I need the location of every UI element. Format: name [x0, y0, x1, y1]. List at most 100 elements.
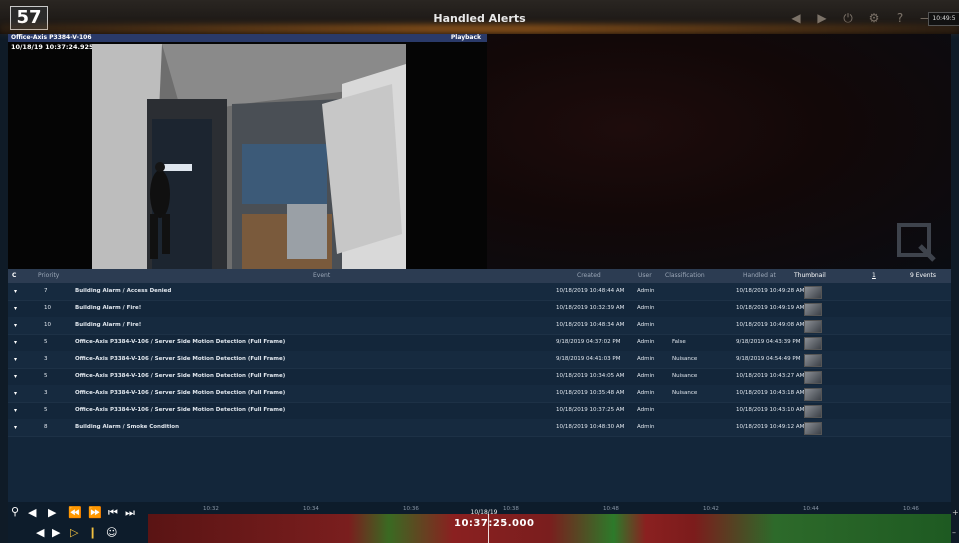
handled-at-cell: 10/18/2019 10:49:12 AM [736, 424, 805, 430]
user-cell: Admin [637, 356, 655, 362]
column-handled-at[interactable]: Handled at [743, 269, 776, 283]
fast-forward-icon[interactable]: ⏩ [88, 507, 102, 519]
priority-cell: 5 [44, 407, 48, 413]
table-row[interactable]: ▾ 5 Office-Axis P3384-V-106 / Server Side … [8, 334, 951, 352]
priority-cell: 3 [44, 356, 48, 362]
expand-arrow-icon[interactable]: ▾ [14, 317, 17, 334]
expand-arrow-icon[interactable]: ▾ [14, 368, 17, 385]
playback-controls: ⚲ ◀ ▶ ⏪ ⏩ ⏮ ⏭ ◀ ▶ ▷ ❙ ☺ [8, 502, 148, 543]
next-frame-icon[interactable]: ▶ [52, 527, 60, 539]
tick-label: 10:46 [903, 506, 919, 512]
user-cell: Admin [637, 339, 655, 345]
help-icon[interactable]: ? [894, 11, 906, 25]
table-row[interactable]: ▾ 5 Office-Axis P3384-V-106 / Server Side … [8, 402, 951, 420]
table-row[interactable]: ▾ 3 Office-Axis P3384-V-106 / Server Side … [8, 385, 951, 403]
table-row[interactable]: ▾ 10 Building Alarm / Fire! 10/18/2019 10:3… [8, 300, 951, 318]
user-cell: Admin [637, 390, 655, 396]
event-cell: Building Alarm / Smoke Condition [75, 424, 179, 430]
table-header: C Priority Event Created User Classifica… [8, 269, 951, 283]
thumbnail-image[interactable] [804, 337, 822, 350]
empty-video-pane[interactable] [487, 34, 951, 269]
timeline-date: 10/18/19 [470, 509, 498, 516]
video-pane[interactable]: Office-Axis P3384-V-106 Playback 10/18/1… [8, 34, 487, 269]
tick-label: 10:36 [403, 506, 419, 512]
playback-label: Playback [450, 34, 481, 41]
playhead[interactable] [488, 514, 489, 543]
previous-frame-icon[interactable]: ◀ [36, 527, 44, 539]
classification-cell: Nuisance [672, 390, 698, 396]
thumbnail-image[interactable] [804, 354, 822, 367]
tick-label: 10:32 [203, 506, 219, 512]
video-timestamp: 10/18/19 10:37:24.925 [11, 43, 94, 51]
timeline-track[interactable] [148, 514, 951, 543]
search-icon[interactable]: ⚲ [11, 506, 19, 518]
expand-arrow-icon[interactable]: ▾ [14, 385, 17, 402]
step-back-icon[interactable]: ◀ [28, 507, 36, 519]
rewind-icon[interactable]: ⏪ [68, 507, 82, 519]
mark-in-icon[interactable]: ▷ [70, 527, 78, 539]
expand-arrow-icon[interactable]: ▾ [14, 283, 17, 300]
expand-arrow-icon[interactable]: ▾ [14, 419, 17, 436]
gear-icon[interactable]: ⚙ [868, 11, 880, 25]
expand-arrow-icon[interactable]: ▾ [14, 300, 17, 317]
back-arrow-icon[interactable]: ◀ [790, 11, 802, 25]
thumbnail-image[interactable] [804, 422, 822, 435]
table-row[interactable]: ▾ 8 Building Alarm / Smoke Condition 10/18/… [8, 419, 951, 437]
tick-label: 10:34 [303, 506, 319, 512]
camera-frame [92, 44, 406, 269]
priority-cell: 3 [44, 390, 48, 396]
column-event[interactable]: Event [313, 269, 330, 283]
step-forward-icon[interactable]: ▶ [48, 507, 56, 519]
column-priority[interactable]: Priority [38, 269, 59, 283]
page-number-link[interactable]: 1 [872, 269, 876, 283]
priority-cell: 7 [44, 288, 48, 294]
expand-arrow-icon[interactable]: ▾ [14, 351, 17, 368]
zoom-out-icon[interactable]: – [952, 528, 959, 537]
column-thumbnail[interactable]: Thumbnail [794, 269, 826, 283]
forward-arrow-icon[interactable]: ▶ [816, 11, 828, 25]
tick-label: 10:44 [803, 506, 819, 512]
created-cell: 9/18/2019 04:37:02 PM [556, 339, 621, 345]
skip-to-end-icon[interactable]: ⏭ [125, 507, 135, 519]
priority-cell: 5 [44, 373, 48, 379]
column-created[interactable]: Created [577, 269, 601, 283]
zoom-in-icon[interactable]: + [952, 508, 959, 517]
expand-arrow-icon[interactable]: ▾ [14, 402, 17, 419]
user-cell: Admin [637, 424, 655, 430]
column-classification[interactable]: Classification [665, 269, 705, 283]
timeline-bar: ⚲ ◀ ▶ ⏪ ⏩ ⏮ ⏭ ◀ ▶ ▷ ❙ ☺ 10:32 10:34 10:3… [8, 502, 951, 543]
q-watermark-logo [897, 223, 936, 262]
thumbnail-image[interactable] [804, 388, 822, 401]
user-cell: Admin [637, 373, 655, 379]
thumbnail-image[interactable] [804, 303, 822, 316]
event-cell: Building Alarm / Fire! [75, 305, 142, 311]
thumbnail-image[interactable] [804, 405, 822, 418]
classification-cell: False [672, 339, 686, 345]
handled-at-cell: 9/18/2019 04:43:39 PM [736, 339, 801, 345]
tick-label: 10:48 [603, 506, 619, 512]
camera-name: Office-Axis P3384-V-106 [11, 34, 92, 41]
handled-at-cell: 10/18/2019 10:43:27 AM [736, 373, 805, 379]
table-row[interactable]: ▾ 7 Building Alarm / Access Denied 10/18/20… [8, 283, 951, 301]
thumbnail-image[interactable] [804, 286, 822, 299]
table-row[interactable]: ▾ 5 Office-Axis P3384-V-106 / Server Side … [8, 368, 951, 386]
thumbnail-image[interactable] [804, 320, 822, 333]
mark-out-icon[interactable]: ❙ [88, 527, 97, 539]
skip-to-start-icon[interactable]: ⏮ [108, 507, 118, 519]
column-user[interactable]: User [638, 269, 652, 283]
created-cell: 10/18/2019 10:35:48 AM [556, 390, 625, 396]
event-cell: Office-Axis P3384-V-106 / Server Side Mo… [75, 339, 286, 345]
timeline-time: 10:37:25.000 [454, 518, 535, 529]
sync-icon[interactable]: ☺ [106, 527, 117, 539]
created-cell: 10/18/2019 10:48:30 AM [556, 424, 625, 430]
power-icon[interactable]: ⏻ [842, 11, 854, 25]
handled-at-cell: 9/18/2019 04:54:49 PM [736, 356, 801, 362]
column-c[interactable]: C [12, 269, 16, 283]
user-cell: Admin [637, 305, 655, 311]
table-row[interactable]: ▾ 10 Building Alarm / Fire! 10/18/2019 10:4… [8, 317, 951, 335]
expand-arrow-icon[interactable]: ▾ [14, 334, 17, 351]
event-cell: Office-Axis P3384-V-106 / Server Side Mo… [75, 356, 286, 362]
camera-header: Office-Axis P3384-V-106 Playback [8, 34, 487, 42]
table-row[interactable]: ▾ 3 Office-Axis P3384-V-106 / Server Side … [8, 351, 951, 369]
thumbnail-image[interactable] [804, 371, 822, 384]
